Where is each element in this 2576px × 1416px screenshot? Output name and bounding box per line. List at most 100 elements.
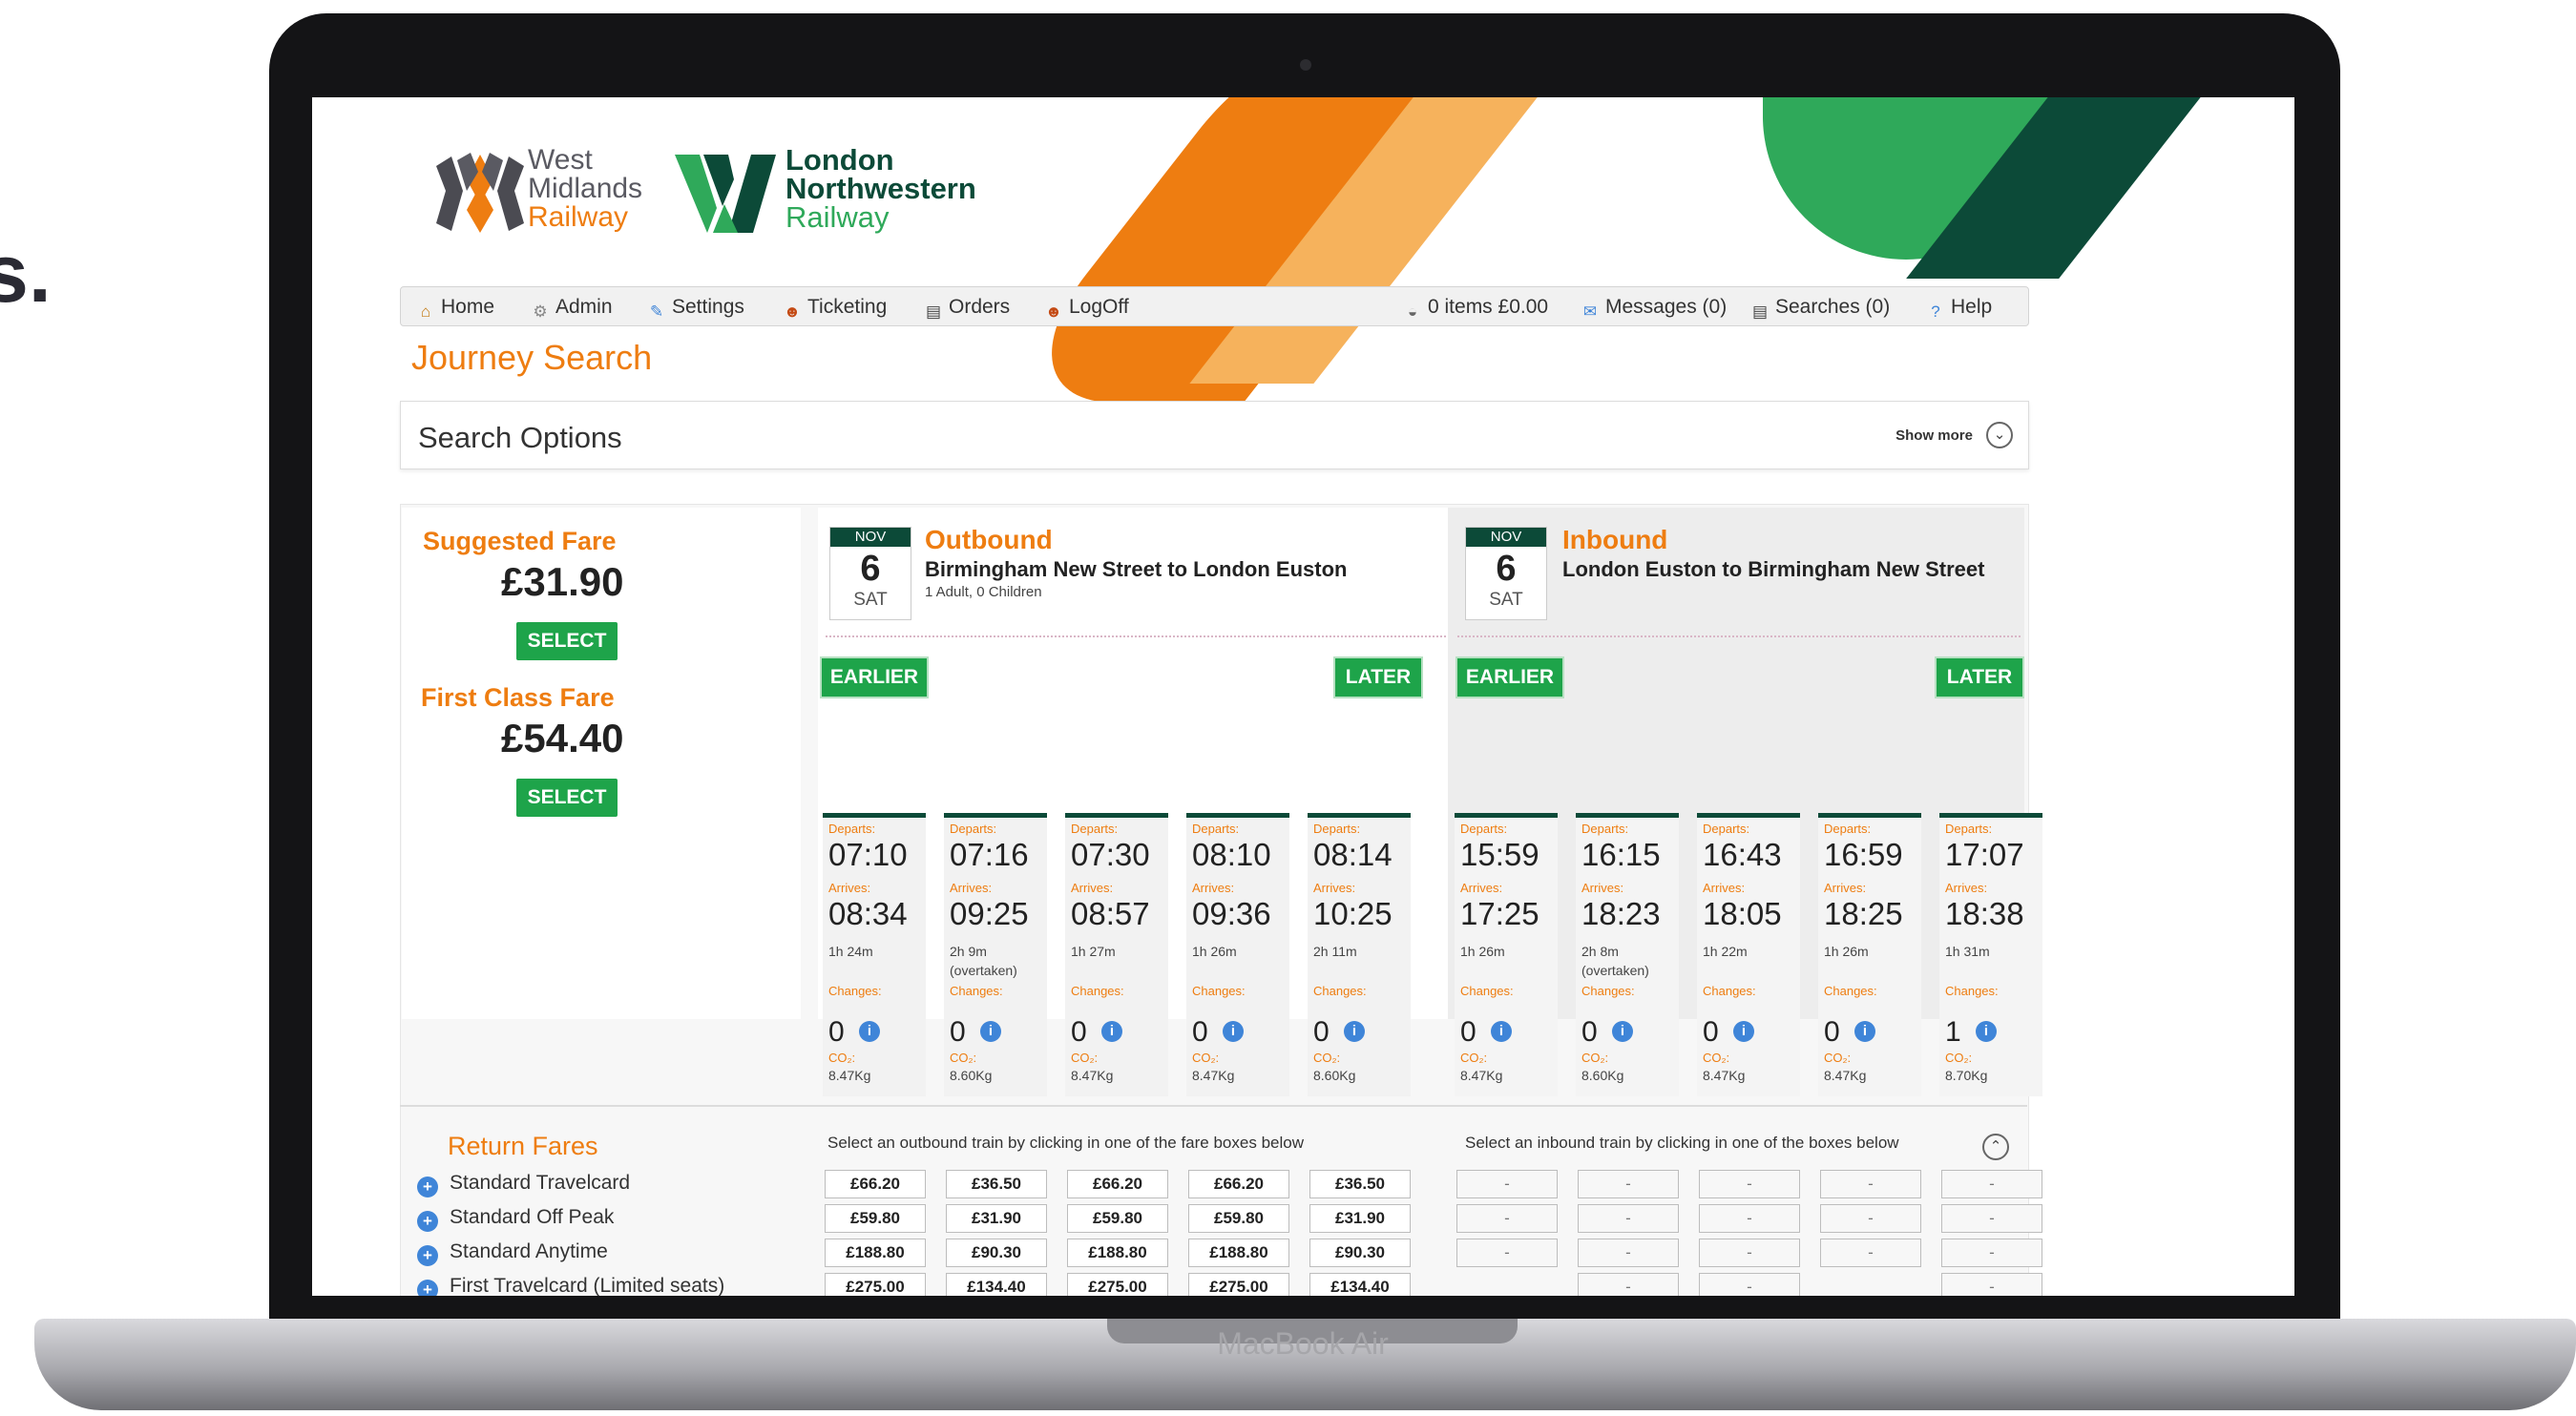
outbound-fare-box[interactable]: £188.80 xyxy=(1188,1239,1289,1267)
select-suggested-button[interactable]: SELECT xyxy=(516,622,618,660)
inbound-date-badge: NOV 6 SAT xyxy=(1465,527,1547,620)
inbound-fare-box[interactable]: - xyxy=(1456,1239,1558,1267)
expand-plus-icon[interactable]: + xyxy=(417,1211,438,1232)
inbound-fare-box[interactable]: - xyxy=(1699,1170,1800,1198)
menu-orders[interactable]: ▤ Orders xyxy=(924,296,1010,322)
outbound-fare-box[interactable]: £275.00 xyxy=(1067,1273,1168,1296)
menu-admin[interactable]: ⚙ Admin xyxy=(531,296,612,322)
outbound-fare-box[interactable]: £59.80 xyxy=(825,1204,926,1233)
outbound-fare-box[interactable]: £36.50 xyxy=(946,1170,1047,1198)
app-screen: West Midlands Railway London Northwester… xyxy=(312,97,2294,1296)
inbound-fare-box[interactable]: - xyxy=(1578,1170,1679,1198)
inbound-fare-box[interactable]: - xyxy=(1941,1204,2042,1233)
train-icon: ▤ xyxy=(925,302,942,321)
return-fare-type[interactable]: + Standard Off Peak xyxy=(417,1206,614,1232)
info-icon[interactable]: i xyxy=(1612,1021,1633,1042)
changes-count: 0 xyxy=(1071,1016,1087,1048)
inbound-fare-box[interactable]: - xyxy=(1941,1273,2042,1296)
inbound-fare-box[interactable]: - xyxy=(1578,1204,1679,1233)
changes-label: Changes: xyxy=(1703,984,1756,998)
menu-home[interactable]: ⌂ Home xyxy=(416,296,494,322)
outbound-fare-box[interactable]: £90.30 xyxy=(946,1239,1047,1267)
menu-help[interactable]: ? Help xyxy=(1926,296,1992,322)
inbound-train-card[interactable]: Departs: 17:07 Arrives: 18:38 1h 31m Changes:… xyxy=(1939,813,2042,1096)
return-fare-type[interactable]: + First Travelcard (Limited seats) xyxy=(417,1275,724,1296)
outbound-train-card[interactable]: Departs: 07:16 Arrives: 09:25 2h 9m (overtake… xyxy=(944,813,1047,1096)
outbound-fare-box[interactable]: £66.20 xyxy=(825,1170,926,1198)
outbound-fare-box[interactable]: £275.00 xyxy=(825,1273,926,1296)
menu-logoff[interactable]: ☻ LogOff xyxy=(1044,296,1129,322)
inbound-fare-box[interactable]: - xyxy=(1578,1239,1679,1267)
return-fare-type[interactable]: + Standard Travelcard xyxy=(417,1172,630,1197)
inbound-later-button[interactable]: LATER xyxy=(1935,656,2024,698)
outbound-fare-box[interactable]: £36.50 xyxy=(1309,1170,1411,1198)
outbound-train-card[interactable]: Departs: 07:10 Arrives: 08:34 1h 24m Changes:… xyxy=(823,813,926,1096)
expand-plus-icon[interactable]: + xyxy=(417,1245,438,1266)
outbound-date-badge: NOV 6 SAT xyxy=(829,527,911,620)
inbound-fare-box[interactable]: - xyxy=(1699,1239,1800,1267)
inbound-fare-box[interactable]: - xyxy=(1820,1239,1921,1267)
inbound-earlier-button[interactable]: EARLIER xyxy=(1456,656,1564,698)
outbound-fare-box[interactable]: £31.90 xyxy=(946,1204,1047,1233)
journey-duration: 1h 22m xyxy=(1703,944,1748,959)
menu-logoff-label: LogOff xyxy=(1069,296,1129,318)
outbound-train-card[interactable]: Departs: 08:14 Arrives: 10:25 2h 11m Changes:… xyxy=(1308,813,1411,1096)
arrives-label: Arrives: xyxy=(828,881,871,895)
return-fare-type[interactable]: + Standard Anytime xyxy=(417,1240,608,1266)
expand-plus-icon[interactable]: + xyxy=(417,1177,438,1197)
info-icon[interactable]: i xyxy=(1223,1021,1244,1042)
outbound-fare-box[interactable]: £59.80 xyxy=(1188,1204,1289,1233)
info-icon[interactable]: i xyxy=(859,1021,880,1042)
info-icon[interactable]: i xyxy=(1976,1021,1997,1042)
outbound-train-card[interactable]: Departs: 07:30 Arrives: 08:57 1h 27m Changes:… xyxy=(1065,813,1168,1096)
menu-messages[interactable]: ✉ Messages (0) xyxy=(1581,296,1727,322)
expand-plus-icon[interactable]: + xyxy=(417,1280,438,1296)
inbound-fare-box[interactable]: - xyxy=(1699,1204,1800,1233)
inbound-fare-box[interactable]: - xyxy=(1941,1239,2042,1267)
menu-settings[interactable]: ✎ Settings xyxy=(647,296,744,322)
info-icon[interactable]: i xyxy=(1854,1021,1875,1042)
inbound-fare-box[interactable]: - xyxy=(1820,1204,1921,1233)
info-icon[interactable]: i xyxy=(1733,1021,1754,1042)
arrives-label: Arrives: xyxy=(1581,881,1624,895)
outbound-fare-box[interactable]: £188.80 xyxy=(1067,1239,1168,1267)
menu-searches[interactable]: ▤ Searches (0) xyxy=(1750,296,1890,322)
inbound-fare-box[interactable]: - xyxy=(1456,1170,1558,1198)
inbound-train-card[interactable]: Departs: 16:43 Arrives: 18:05 1h 22m Changes:… xyxy=(1697,813,1800,1096)
inbound-fare-box[interactable]: - xyxy=(1699,1273,1800,1296)
outbound-fare-box[interactable]: £66.20 xyxy=(1067,1170,1168,1198)
show-more-link[interactable]: Show more xyxy=(1895,427,1973,444)
departure-time: 17:07 xyxy=(1945,837,2024,872)
return-fares-divider xyxy=(400,1105,2027,1107)
chevron-down-icon[interactable]: ⌄ xyxy=(1986,422,2013,448)
outbound-fare-box[interactable]: £59.80 xyxy=(1067,1204,1168,1233)
departure-time: 16:43 xyxy=(1703,837,1782,872)
inbound-fare-box[interactable]: - xyxy=(1820,1170,1921,1198)
inbound-train-card[interactable]: Departs: 16:15 Arrives: 18:23 2h 8m (overtake… xyxy=(1576,813,1679,1096)
menu-basket[interactable]: ◒ 0 items £0.00 xyxy=(1403,296,1548,322)
inbound-train-card[interactable]: Departs: 15:59 Arrives: 17:25 1h 26m Changes:… xyxy=(1455,813,1558,1096)
info-icon[interactable]: i xyxy=(980,1021,1001,1042)
info-icon[interactable]: i xyxy=(1344,1021,1365,1042)
outbound-fare-box[interactable]: £275.00 xyxy=(1188,1273,1289,1296)
chevron-up-icon[interactable]: ⌃ xyxy=(1982,1134,2009,1160)
co2-value: 8.60Kg xyxy=(1313,1068,1356,1083)
search-options-bar[interactable]: Search Options Show more ⌄ xyxy=(400,401,2029,469)
menu-ticketing[interactable]: ☻ Ticketing xyxy=(783,296,887,322)
info-icon[interactable]: i xyxy=(1491,1021,1512,1042)
inbound-fare-box[interactable]: - xyxy=(1941,1170,2042,1198)
outbound-later-button[interactable]: LATER xyxy=(1333,656,1423,698)
inbound-fare-box[interactable]: - xyxy=(1456,1204,1558,1233)
outbound-fare-box[interactable]: £90.30 xyxy=(1309,1239,1411,1267)
outbound-fare-box[interactable]: £134.40 xyxy=(1309,1273,1411,1296)
inbound-train-card[interactable]: Departs: 16:59 Arrives: 18:25 1h 26m Changes:… xyxy=(1818,813,1921,1096)
select-first-class-button[interactable]: SELECT xyxy=(516,779,618,817)
outbound-fare-box[interactable]: £31.90 xyxy=(1309,1204,1411,1233)
outbound-fare-box[interactable]: £66.20 xyxy=(1188,1170,1289,1198)
outbound-fare-box[interactable]: £188.80 xyxy=(825,1239,926,1267)
inbound-fare-box[interactable]: - xyxy=(1578,1273,1679,1296)
info-icon[interactable]: i xyxy=(1101,1021,1122,1042)
outbound-earlier-button[interactable]: EARLIER xyxy=(820,656,929,698)
outbound-fare-box[interactable]: £134.40 xyxy=(946,1273,1047,1296)
outbound-train-card[interactable]: Departs: 08:10 Arrives: 09:36 1h 26m Changes:… xyxy=(1186,813,1289,1096)
